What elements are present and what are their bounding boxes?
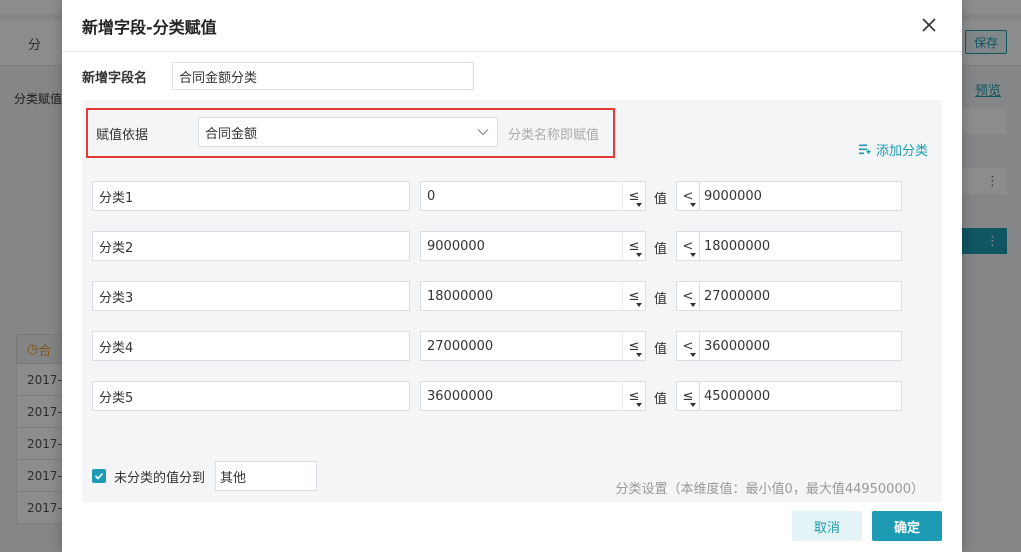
dialog-title: 新增字段-分类赋值: [82, 17, 217, 37]
uncategorized-row: 未分类的值分到: [92, 461, 318, 491]
caret-down-icon: [690, 353, 696, 357]
max-operator-select[interactable]: <: [676, 281, 700, 311]
check-icon: [94, 472, 104, 480]
category-assign-dialog: 新增字段-分类赋值 新增字段名 赋值依据 合同金额 分类名称即赋值 添加分类 ≤…: [62, 0, 962, 552]
add-category-label: 添加分类: [875, 144, 928, 159]
value-label: 值: [654, 342, 668, 357]
basis-label: 赋值依据: [96, 128, 149, 143]
caret-down-icon: [636, 203, 642, 207]
category-max-input[interactable]: [699, 231, 902, 261]
category-max-input[interactable]: [699, 281, 902, 311]
field-name-input[interactable]: [172, 62, 474, 90]
caret-down-icon: [690, 303, 696, 307]
value-label: 值: [654, 192, 668, 207]
value-label: 值: [654, 292, 668, 307]
close-icon[interactable]: [918, 14, 940, 36]
basis-select-value: 合同金额: [205, 126, 258, 142]
min-operator-select[interactable]: ≤: [622, 281, 646, 311]
caret-down-icon: [636, 353, 642, 357]
add-category-button[interactable]: 添加分类: [858, 140, 928, 159]
category-max-input[interactable]: [699, 331, 902, 361]
caret-down-icon: [690, 203, 696, 207]
value-label: 值: [654, 242, 668, 257]
field-name-row: 新增字段名: [82, 62, 474, 90]
max-operator-select[interactable]: <: [676, 181, 700, 211]
caret-down-icon: [636, 303, 642, 307]
category-row: ≤ 值 ≤: [92, 381, 902, 411]
category-stats-text: 分类设置（本维度值：最小值0，最大值44950000）: [615, 482, 924, 497]
cancel-button[interactable]: 取消: [792, 511, 862, 541]
caret-down-icon: [690, 253, 696, 257]
min-operator-select[interactable]: ≤: [622, 181, 646, 211]
basis-hint: 分类名称即赋值: [508, 128, 600, 143]
dialog-header: 新增字段-分类赋值: [62, 0, 962, 52]
category-row: ≤ 值 <: [92, 231, 902, 261]
max-operator-select[interactable]: <: [676, 231, 700, 261]
max-operator-select[interactable]: <: [676, 331, 700, 361]
max-operator-select[interactable]: ≤: [676, 381, 700, 411]
category-row: ≤ 值 <: [92, 331, 902, 361]
category-min-input[interactable]: [420, 181, 624, 211]
category-name-input[interactable]: [92, 331, 410, 361]
category-name-input[interactable]: [92, 281, 410, 311]
caret-down-icon: [690, 403, 696, 407]
basis-highlight-box: 赋值依据 合同金额 分类名称即赋值: [86, 108, 615, 158]
uncategorized-label: 未分类的值分到: [114, 470, 206, 486]
category-panel: 赋值依据 合同金额 分类名称即赋值 添加分类 ≤ 值 < ≤ 值 <: [82, 100, 942, 502]
confirm-button[interactable]: 确定: [872, 511, 942, 541]
category-max-input[interactable]: [699, 181, 902, 211]
min-operator-select[interactable]: ≤: [622, 381, 646, 411]
category-row: ≤ 值 <: [92, 281, 902, 311]
category-name-input[interactable]: [92, 231, 410, 261]
chevron-down-icon: [477, 129, 489, 136]
min-operator-select[interactable]: ≤: [622, 331, 646, 361]
min-operator-select[interactable]: ≤: [622, 231, 646, 261]
category-max-input[interactable]: [699, 381, 902, 411]
caret-down-icon: [636, 253, 642, 257]
category-min-input[interactable]: [420, 281, 624, 311]
category-min-input[interactable]: [420, 231, 624, 261]
add-list-icon: [858, 144, 871, 155]
category-min-input[interactable]: [420, 381, 624, 411]
uncategorized-value-input[interactable]: [215, 461, 318, 491]
category-name-input[interactable]: [92, 381, 410, 411]
category-row: ≤ 值 <: [92, 181, 902, 211]
category-min-input[interactable]: [420, 331, 624, 361]
caret-down-icon: [636, 403, 642, 407]
category-name-input[interactable]: [92, 181, 410, 211]
basis-select[interactable]: 合同金额: [198, 117, 498, 147]
uncategorized-checkbox[interactable]: [92, 469, 106, 483]
field-name-label: 新增字段名: [82, 70, 148, 86]
value-label: 值: [654, 392, 668, 407]
